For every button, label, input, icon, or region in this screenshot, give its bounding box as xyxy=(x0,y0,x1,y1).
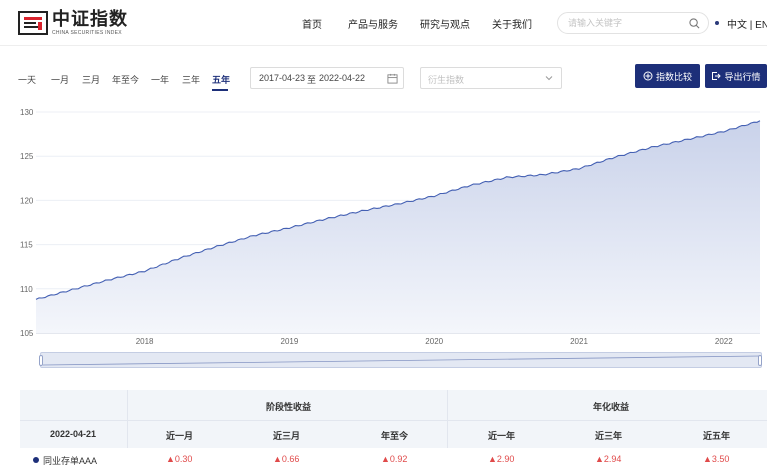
nav-products[interactable]: 产品与服务 xyxy=(348,16,398,31)
index-chart[interactable]: 105 110 115 120 125 130 2018 2019 2020 2021 2022 xyxy=(0,100,767,350)
group-periodic: 阶段性收益 xyxy=(266,402,312,412)
logo-cn: 中证指数 xyxy=(52,9,128,29)
index-select[interactable]: 衍生指数 xyxy=(420,67,562,89)
table-divider xyxy=(447,390,448,448)
chart-area xyxy=(36,120,760,333)
table-divider xyxy=(127,390,128,448)
x-tick-label: 2019 xyxy=(281,337,299,346)
compare-index-label: 指数比较 xyxy=(655,71,692,82)
col-1y: 近一年 xyxy=(488,431,516,441)
row-value-1m: ▲0.30 xyxy=(166,454,193,464)
x-tick-label: 2022 xyxy=(715,337,733,346)
y-tick-label: 110 xyxy=(20,285,33,294)
export-quotes-label: 导出行情 xyxy=(724,71,761,82)
row-value-ytd: ▲0.92 xyxy=(381,454,408,464)
period-1m[interactable]: 一月 xyxy=(51,73,69,86)
x-tick-label: 2018 xyxy=(136,337,154,346)
language-switch[interactable]: 中文 | EN xyxy=(727,16,767,31)
period-1d[interactable]: 一天 xyxy=(18,73,36,86)
col-1m: 近一月 xyxy=(166,431,194,441)
row-value-3y: ▲2.94 xyxy=(595,454,622,464)
y-tick-label: 130 xyxy=(20,108,34,117)
export-icon xyxy=(712,72,722,80)
active-period-indicator xyxy=(212,89,228,91)
col-ytd: 年至今 xyxy=(381,431,409,441)
table-header-group xyxy=(20,390,767,420)
period-3y[interactable]: 三年 xyxy=(182,73,200,86)
table-date: 2022-04-21 xyxy=(50,429,97,439)
y-tick-label: 125 xyxy=(20,152,34,161)
y-tick-label: 105 xyxy=(20,329,34,338)
row-value-3m: ▲0.66 xyxy=(273,454,300,464)
row-value-5y: ▲3.50 xyxy=(703,454,730,464)
row-bullet xyxy=(33,457,39,463)
row-value-1y: ▲2.90 xyxy=(488,454,515,464)
row-name[interactable]: 同业存单AAA xyxy=(43,454,97,467)
chart-range-slider[interactable] xyxy=(39,352,762,368)
export-quotes-button[interactable]: 导出行情 xyxy=(705,64,767,88)
slider-handle-left[interactable] xyxy=(39,355,43,366)
nav-home[interactable]: 首页 xyxy=(302,16,322,31)
index-select-placeholder: 衍生指数 xyxy=(428,75,465,85)
compare-icon xyxy=(643,71,653,81)
logo-en: CHINA SECURITIES INDEX xyxy=(52,30,122,36)
period-5y[interactable]: 五年 xyxy=(212,73,230,86)
col-3m: 近三月 xyxy=(273,431,301,441)
nav-about[interactable]: 关于我们 xyxy=(492,16,532,31)
nav-dot xyxy=(715,21,719,25)
date-range-picker[interactable]: 2017-04-23 至 2022-04-22 xyxy=(250,67,404,89)
search-box[interactable] xyxy=(557,12,709,34)
y-tick-label: 115 xyxy=(20,241,33,250)
date-start[interactable]: 2017-04-23 xyxy=(259,73,305,83)
search-icon[interactable] xyxy=(689,18,700,29)
slider-handle-right[interactable] xyxy=(758,355,762,366)
date-separator: 至 xyxy=(307,75,317,85)
chevron-down-icon xyxy=(545,76,553,81)
logo-icon xyxy=(18,11,48,35)
nav-research[interactable]: 研究与观点 xyxy=(420,16,470,31)
search-input[interactable] xyxy=(568,18,683,28)
col-5y: 近五年 xyxy=(703,431,731,441)
x-tick-label: 2021 xyxy=(570,337,588,346)
header: 中证指数 CHINA SECURITIES INDEX 首页 产品与服务 研究与… xyxy=(0,0,767,46)
group-annual: 年化收益 xyxy=(593,402,630,412)
y-tick-label: 120 xyxy=(20,196,34,205)
period-ytd[interactable]: 年至今 xyxy=(112,73,139,86)
col-3y: 近三年 xyxy=(595,431,623,441)
date-end[interactable]: 2022-04-22 xyxy=(319,73,365,83)
returns-table: 阶段性收益 年化收益 2022-04-21 近一月 近三月 年至今 近一年 近三… xyxy=(20,390,767,473)
period-1y[interactable]: 一年 xyxy=(151,73,169,86)
period-3m[interactable]: 三月 xyxy=(82,73,100,86)
slider-mini-line xyxy=(42,355,761,366)
x-tick-label: 2020 xyxy=(425,337,443,346)
logo[interactable]: 中证指数 CHINA SECURITIES INDEX xyxy=(18,9,128,37)
calendar-icon[interactable] xyxy=(387,73,398,84)
compare-index-button[interactable]: 指数比较 xyxy=(635,64,700,88)
